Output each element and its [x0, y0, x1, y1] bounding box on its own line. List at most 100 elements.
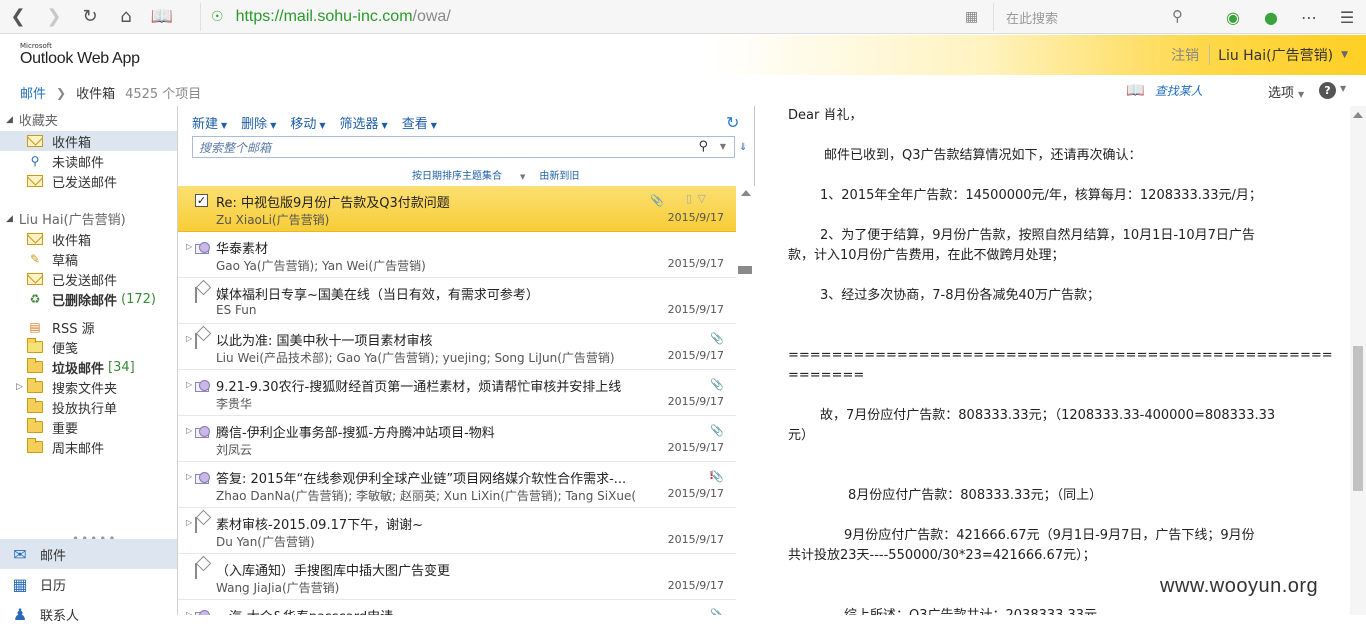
- scroll-up-icon[interactable]: [741, 190, 751, 196]
- message-row[interactable]: ▷ 一汽-大众&华泰passcard申请 📎: [178, 600, 736, 615]
- message-row[interactable]: ▷ 腾信-伊利企业事务部-搜狐-方舟腾冲站项目-物料 刘凤云 📎 2015/9/…: [178, 416, 736, 462]
- reader-icon[interactable]: 📖: [144, 0, 180, 34]
- breadcrumb-mail[interactable]: 邮件: [20, 83, 46, 102]
- help-icon[interactable]: ?: [1319, 82, 1336, 99]
- signout-link[interactable]: 注销: [1171, 45, 1211, 65]
- expand-icon[interactable]: ▷: [186, 426, 192, 435]
- unread-count: [34]: [108, 359, 135, 375]
- new-label: 新建: [192, 117, 219, 132]
- flag-icon[interactable]: ▽: [698, 192, 706, 205]
- checkbox-icon[interactable]: ✓: [195, 194, 208, 207]
- message-date: 2015/9/17: [667, 303, 724, 316]
- unread-count: (172): [121, 291, 156, 307]
- message-row[interactable]: 媒体福利日专享~国美在线（当日有效，有需求可参考） ES Fun 2015/9/…: [178, 278, 736, 324]
- sort-order-toggle[interactable]: 由新到旧: [539, 167, 579, 182]
- scroll-thumb[interactable]: [1353, 346, 1363, 491]
- back-icon[interactable]: ❮: [0, 0, 36, 34]
- reload-icon[interactable]: ↻: [72, 0, 108, 34]
- expand-search-icon[interactable]: ⇓: [739, 142, 747, 153]
- nav-folder-weekend[interactable]: 周末邮件: [26, 437, 177, 457]
- message-row[interactable]: ▷ 素材审核-2015.09.17下午，谢谢~ Du Yan(广告营销) 201…: [178, 508, 736, 554]
- collapse-icon[interactable]: ◢: [6, 214, 13, 224]
- android-icon[interactable]: ◉: [1214, 8, 1252, 27]
- nav-folder-search[interactable]: ▷ 搜索文件夹: [16, 377, 177, 397]
- options-label[interactable]: 选项: [1268, 86, 1294, 101]
- refresh-icon[interactable]: ↻: [726, 113, 739, 132]
- body-point-2b: 款，计入10月份广告费用，在此不做跨月处理；: [788, 248, 1065, 263]
- qr-code-icon[interactable]: ▦: [965, 9, 978, 25]
- mailbox-search-input[interactable]: 搜索整个邮箱 ⚲ ▼: [192, 136, 735, 158]
- nav-folder-deleted[interactable]: ♻ 已删除邮件 (172): [26, 289, 177, 309]
- wechat-icon[interactable]: ●: [1252, 8, 1290, 27]
- search-folder-icon: [26, 378, 44, 394]
- delete-button[interactable]: 删除 ▼: [241, 113, 276, 132]
- list-scrollbar[interactable]: [736, 186, 756, 615]
- nav-folder-inbox[interactable]: 收件箱: [26, 229, 177, 249]
- user-name[interactable]: Liu Hai(广告营销): [1218, 45, 1333, 65]
- chevron-down-icon[interactable]: ▼: [720, 142, 726, 151]
- browser-search-input[interactable]: 在此搜索 ⚲: [993, 3, 1193, 31]
- view-button[interactable]: 查看 ▼: [402, 113, 437, 132]
- nav-label: 已删除邮件: [52, 293, 118, 309]
- message-row[interactable]: ▷ 答复: 2015年“在线参观伊利全球产业链”项目网络媒介软性合作需求-...…: [178, 462, 736, 508]
- message-list: ✓ Re: 中视包版9月份广告款及Q3付款问题 Zu XiaoLi(广告营销) …: [178, 186, 736, 615]
- new-button[interactable]: 新建 ▼: [192, 113, 227, 132]
- expand-icon[interactable]: ▷: [186, 380, 192, 389]
- chevron-down-icon: ▼: [221, 121, 228, 130]
- expand-icon[interactable]: ▷: [186, 610, 192, 615]
- chevron-down-icon[interactable]: ▼: [1341, 50, 1348, 60]
- nav-folder-junk[interactable]: 垃圾邮件 [34]: [26, 357, 177, 377]
- menu-icon[interactable]: ☰: [1328, 8, 1366, 27]
- chevron-down-icon[interactable]: ▼: [1340, 84, 1346, 93]
- address-bar[interactable]: ☉ https://mail.sohu-inc.com/owa/: [200, 3, 995, 31]
- collapse-icon[interactable]: ◢: [6, 115, 13, 125]
- category-icon[interactable]: ▯: [686, 192, 692, 205]
- address-book-icon[interactable]: 📖: [1126, 81, 1145, 99]
- nav-label: 便笺: [52, 341, 79, 357]
- nav-favorite-unread[interactable]: ⚲ 未读邮件: [26, 151, 177, 171]
- message-date: 2015/9/17: [667, 257, 724, 270]
- scroll-thumb[interactable]: [738, 266, 752, 274]
- sort-by-dropdown[interactable]: 按日期排序主题集合 ▼: [412, 167, 525, 182]
- owa-header: Microsoft Outlook Web App 注销 Liu Hai(广告营…: [0, 35, 1366, 75]
- nav-favorite-sent[interactable]: 已发送邮件: [26, 171, 177, 191]
- search-icon[interactable]: ⚲: [1172, 7, 1183, 25]
- forward-icon[interactable]: ❯: [36, 0, 72, 34]
- message-row[interactable]: ▷ 以此为准: 国美中秋十一项目素材审核 Liu Wei(产品技术部); Gao…: [178, 324, 736, 370]
- options-menu[interactable]: 选项 ▼: [1268, 82, 1304, 101]
- move-button[interactable]: 移动 ▼: [290, 113, 325, 132]
- reading-scrollbar[interactable]: [1350, 106, 1366, 615]
- body-intro: 邮件已收到，Q3广告款结算情况如下，还请再次确认：: [824, 148, 1142, 163]
- message-row[interactable]: ▷ 9.21-9.30农行-搜狐财经首页第一通栏素材，烦请帮忙审核并安排上线 李…: [178, 370, 736, 416]
- find-people-link[interactable]: 查找某人: [1155, 82, 1203, 99]
- scroll-up-icon[interactable]: [1353, 112, 1363, 118]
- nav-folder-drafts[interactable]: ✎ 草稿: [26, 249, 177, 269]
- message-row[interactable]: ▷ 华泰素材 Gao Ya(广告营销); Yan Wei(广告营销) 2015/…: [178, 232, 736, 278]
- search-icon[interactable]: ⚲: [698, 139, 708, 154]
- expand-icon[interactable]: ▷: [186, 518, 192, 527]
- shield-icon: ☉: [211, 9, 224, 25]
- nav-folder-notes[interactable]: 便笺: [26, 337, 177, 357]
- home-icon[interactable]: ⌂: [108, 0, 144, 34]
- filter-button[interactable]: 筛选器 ▼: [340, 113, 388, 132]
- expand-icon[interactable]: ▷: [16, 382, 23, 392]
- nav-folder-rss[interactable]: ▤ RSS 源: [26, 317, 177, 337]
- nav-favorite-inbox[interactable]: 收件箱: [0, 131, 177, 151]
- favorites-header[interactable]: ◢ 收藏夹: [6, 110, 58, 129]
- expand-icon[interactable]: ▷: [186, 242, 192, 251]
- search-folder-icon: ⚲: [30, 154, 40, 168]
- nav-calendar[interactable]: ▦ 日历: [0, 569, 177, 599]
- find-people[interactable]: 📖 查找某人: [1126, 81, 1203, 99]
- nav-folder-important[interactable]: 重要: [26, 417, 177, 437]
- mailbox-header[interactable]: ◢ Liu Hai(广告营销): [6, 209, 126, 228]
- expand-icon[interactable]: ▷: [186, 334, 192, 343]
- nav-folder-sent[interactable]: 已发送邮件: [26, 269, 177, 289]
- message-row[interactable]: （入库通知）手搜图库中插大图广告变更 Wang JiaJia(广告营销) 201…: [178, 554, 736, 600]
- body-july-a: 故，7月份应付广告款：808333.33元；（1208333.33-400000…: [820, 408, 1276, 423]
- nav-folder-delivery[interactable]: 投放执行单: [26, 397, 177, 417]
- expand-icon[interactable]: ▷: [186, 472, 192, 481]
- nav-mail[interactable]: ✉ 邮件: [0, 539, 177, 569]
- more-icon[interactable]: ⋯: [1290, 8, 1328, 27]
- message-row-selected[interactable]: ✓ Re: 中视包版9月份广告款及Q3付款问题 Zu XiaoLi(广告营销) …: [178, 186, 736, 232]
- nav-contacts[interactable]: ♟ 联系人: [0, 599, 177, 629]
